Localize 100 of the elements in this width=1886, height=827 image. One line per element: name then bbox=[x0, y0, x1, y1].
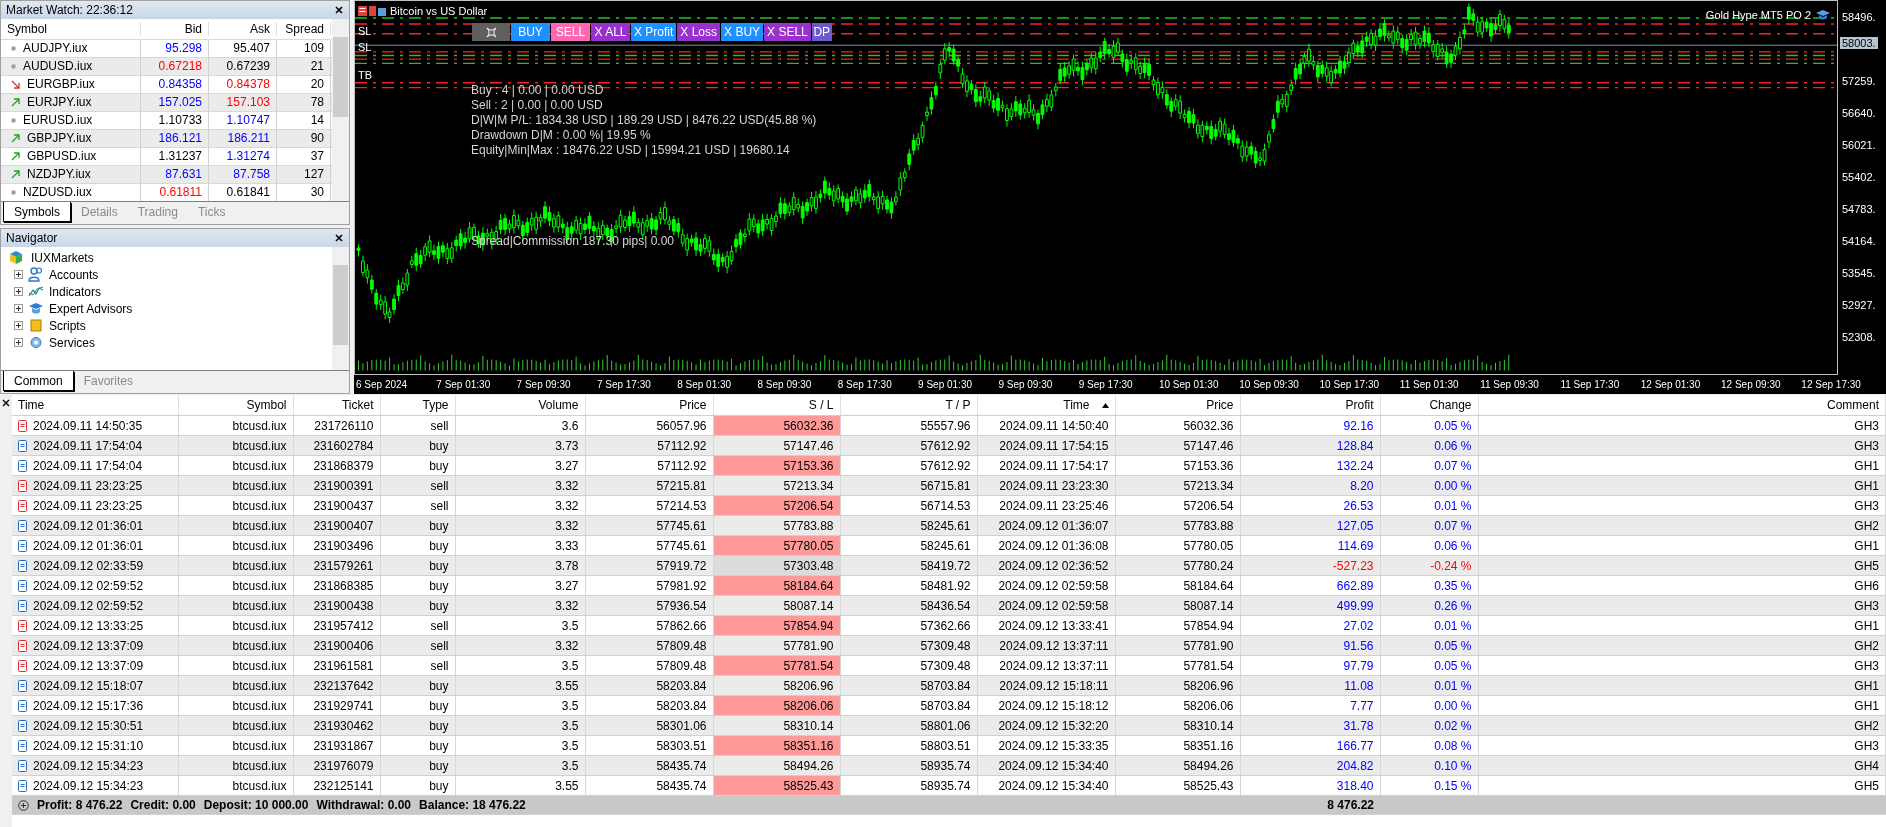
table-row[interactable]: 2024.09.11 14:50:35 btcusd.iux 231726110 sell 3.6 56057.96 56032.36 55557.96 2024.09.11 14:50:40 56032.36 92.16 0.05 % GH3 bbox=[12, 415, 1886, 436]
column-header[interactable]: Spread bbox=[277, 22, 331, 36]
table-cell: 2024.09.11 14:50:35 bbox=[33, 418, 143, 433]
column-header[interactable]: Time bbox=[12, 395, 178, 416]
table-row[interactable]: 2024.09.12 15:34:23 btcusd.iux 231976079 buy 3.5 58435.74 58494.26 58935.74 2024.09.12 15:34:40 58494.26 204.82 0.10 % GH4 bbox=[12, 755, 1886, 776]
tree-item[interactable]: Expert Advisors bbox=[1, 300, 332, 317]
column-header[interactable]: Price bbox=[585, 395, 713, 416]
table-row[interactable]: 2024.09.12 02:59:52 btcusd.iux 231868385 buy 3.27 57981.92 58184.64 58481.92 2024.09.12 02:59:58 58184.64 662.89 0.35 % GH6 bbox=[12, 575, 1886, 596]
tree-item[interactable]: Accounts bbox=[1, 266, 332, 283]
table-row[interactable]: 2024.09.12 01:36:01 btcusd.iux 231900407 buy 3.32 57745.61 57783.88 58245.61 2024.09.12 01:36:07 57783.88 127.05 0.07 % GH2 bbox=[12, 515, 1886, 536]
table-row[interactable]: 2024.09.11 23:23:25 btcusd.iux 231900437 sell 3.32 57214.53 57206.54 56714.53 2024.09.11 23:25:46 57206.54 26.53 0.01 % GH3 bbox=[12, 495, 1886, 516]
trade-button[interactable]: X Loss bbox=[677, 23, 721, 41]
table-cell: 166.77 bbox=[1240, 735, 1380, 756]
table-row[interactable]: 2024.09.12 13:37:09 btcusd.iux 231900406 sell 3.32 57809.48 57781.90 57309.48 2024.09.12 13:37:11 57781.90 91.56 0.05 % GH2 bbox=[12, 635, 1886, 656]
column-header[interactable]: Profit bbox=[1240, 395, 1380, 416]
table-cell: 231931867 bbox=[293, 735, 380, 756]
time-label: 11 Sep 01:30 bbox=[1399, 379, 1460, 390]
table-cell: 2024.09.11 17:54:04 bbox=[33, 458, 143, 473]
column-header[interactable]: Ask bbox=[209, 22, 277, 36]
table-row[interactable]: 2024.09.12 01:36:01 btcusd.iux 231903496 buy 3.33 57745.61 57780.05 58245.61 2024.09.12 01:36:08 57780.05 114.69 0.06 % GH1 bbox=[12, 535, 1886, 556]
table-cell: 57809.48 bbox=[585, 655, 713, 676]
table-cell: 78 bbox=[277, 94, 331, 111]
table-cell: 57781.54 bbox=[1115, 655, 1240, 676]
column-header[interactable]: T / P bbox=[840, 395, 977, 416]
table-cell: buy bbox=[380, 695, 455, 716]
table-cell: 232125141 bbox=[293, 775, 380, 796]
tree-item[interactable]: Services bbox=[1, 334, 332, 351]
column-header[interactable]: Volume bbox=[455, 395, 585, 416]
tree-item[interactable]: Scripts bbox=[1, 317, 332, 334]
table-cell: 57612.92 bbox=[840, 455, 977, 476]
column-header[interactable]: Type bbox=[380, 395, 455, 416]
column-header[interactable]: Price bbox=[1115, 395, 1240, 416]
current-price-label: 58003. bbox=[1840, 37, 1878, 49]
table-cell: buy bbox=[380, 775, 455, 796]
column-header[interactable]: Time bbox=[977, 395, 1115, 416]
expander-icon[interactable] bbox=[14, 338, 23, 347]
tab[interactable]: Common bbox=[3, 371, 74, 391]
close-icon[interactable] bbox=[335, 6, 343, 14]
column-header[interactable]: S / L bbox=[713, 395, 840, 416]
table-cell: GH5 bbox=[1478, 775, 1886, 796]
table-row[interactable]: 2024.09.12 15:30:51 btcusd.iux 231930462 buy 3.5 58301.06 58310.14 58801.06 2024.09.12 15:32:20 58310.14 31.78 0.02 % GH2 bbox=[12, 715, 1886, 736]
table-cell: 3.5 bbox=[455, 695, 585, 716]
price-label: 54783. bbox=[1842, 203, 1876, 215]
column-header[interactable]: Ticket bbox=[293, 395, 380, 416]
close-icon[interactable] bbox=[2, 399, 10, 407]
table-row[interactable]: 2024.09.12 15:34:23 btcusd.iux 232125141 buy 3.55 58435.74 58525.43 58935.74 2024.09.12 15:34:40 58525.43 318.40 0.15 % GH5 bbox=[12, 775, 1886, 796]
price-label: 52927. bbox=[1842, 299, 1876, 311]
tree-item[interactable]: IUXMarkets bbox=[1, 249, 332, 266]
table-cell: 58935.74 bbox=[840, 775, 977, 796]
table-row[interactable]: 2024.09.11 17:54:04 btcusd.iux 231602784 buy 3.73 57112.92 57147.46 57612.92 2024.09.11 17:54:15 57147.46 128.84 0.06 % GH3 bbox=[12, 435, 1886, 456]
column-header[interactable]: Symbol bbox=[178, 395, 293, 416]
expander-icon[interactable] bbox=[14, 287, 23, 296]
symbol-row[interactable]: EURJPY.iux 157.025 157.103 78 bbox=[1, 93, 332, 111]
table-row[interactable]: 2024.09.12 13:33:25 btcusd.iux 231957412 sell 3.5 57862.66 57854.94 57362.66 2024.09.12 13:33:41 57854.94 27.02 0.01 % GH1 bbox=[12, 615, 1886, 636]
close-icon[interactable] bbox=[335, 234, 343, 242]
tab[interactable]: Symbols bbox=[3, 202, 71, 222]
expand-button[interactable] bbox=[472, 23, 510, 41]
table-row[interactable]: 2024.09.12 13:37:09 btcusd.iux 231961581 sell 3.5 57809.48 57781.54 57309.48 2024.09.12 13:37:11 57781.54 97.79 0.05 % GH3 bbox=[12, 655, 1886, 676]
expander-icon[interactable] bbox=[14, 304, 23, 313]
table-cell: 186.121 bbox=[141, 130, 209, 147]
table-cell: 2024.09.12 15:18:07 bbox=[33, 678, 144, 693]
table-row[interactable]: 2024.09.12 15:17:36 btcusd.iux 231929741 buy 3.5 58203.84 58206.06 58703.84 2024.09.12 15:18:12 58206.06 7.77 0.00 % GH1 bbox=[12, 695, 1886, 716]
trade-button[interactable]: X SELL bbox=[764, 23, 811, 41]
scrollbar[interactable] bbox=[332, 247, 349, 370]
scrollbar[interactable] bbox=[332, 19, 349, 201]
table-cell: 0.35 % bbox=[1380, 575, 1478, 596]
table-row[interactable]: 2024.09.12 02:33:59 btcusd.iux 231579261 buy 3.78 57919.72 57303.48 58419.72 2024.09.12 02:36:52 57780.24 -527.23 -0.24 % GH5 bbox=[12, 555, 1886, 576]
table-cell: 57854.94 bbox=[1115, 615, 1240, 636]
table-cell: 7.77 bbox=[1240, 695, 1380, 716]
expander-icon[interactable] bbox=[14, 270, 23, 279]
time-label: 10 Sep 17:30 bbox=[1319, 379, 1381, 390]
expander-icon[interactable] bbox=[14, 321, 23, 330]
time-label: 7 Sep 09:30 bbox=[516, 379, 572, 390]
table-cell: GBPJPY.iux bbox=[27, 130, 92, 147]
trade-button[interactable]: X ALL bbox=[591, 23, 630, 41]
table-cell: GH5 bbox=[1478, 555, 1886, 576]
tree-item[interactable]: Indicators bbox=[1, 283, 332, 300]
table-row[interactable]: 2024.09.12 15:18:07 btcusd.iux 232137642 buy 3.55 58203.84 58206.96 58703.84 2024.09.12 15:18:11 58206.96 11.08 0.01 % GH1 bbox=[12, 675, 1886, 696]
symbol-row[interactable]: AUDUSD.iux 0.67218 0.67239 21 bbox=[1, 57, 332, 75]
table-cell: GH3 bbox=[1478, 595, 1886, 616]
symbol-row[interactable]: GBPJPY.iux 186.121 186.211 90 bbox=[1, 129, 332, 147]
add-icon[interactable] bbox=[18, 799, 29, 811]
column-header[interactable]: Bid bbox=[141, 22, 209, 36]
column-header[interactable]: Comment bbox=[1478, 395, 1886, 416]
column-header[interactable]: Symbol bbox=[1, 22, 141, 36]
table-cell: 0.07 % bbox=[1380, 455, 1478, 476]
time-label: 7 Sep 01:30 bbox=[436, 379, 492, 390]
table-row[interactable]: 2024.09.11 23:23:25 btcusd.iux 231900391 sell 3.32 57215.81 57213.34 56715.81 2024.09.11 23:23:30 57213.34 8.20 0.00 % GH1 bbox=[12, 475, 1886, 496]
table-row[interactable]: 2024.09.12 15:31:10 btcusd.iux 231931867 buy 3.5 58303.51 58351.16 58803.51 2024.09.12 15:33:35 58351.16 166.77 0.08 % GH3 bbox=[12, 735, 1886, 756]
cube-icon bbox=[9, 250, 24, 265]
panel-title: Navigator bbox=[6, 231, 58, 245]
table-cell: GH1 bbox=[1478, 535, 1886, 556]
time-label: 12 Sep 17:30 bbox=[1801, 379, 1862, 390]
table-cell: AUDUSD.iux bbox=[23, 58, 93, 75]
column-header[interactable]: Change bbox=[1380, 395, 1478, 416]
symbol-row[interactable]: NZDJPY.iux 87.631 87.758 127 bbox=[1, 165, 332, 183]
table-row[interactable]: 2024.09.12 02:59:52 btcusd.iux 231900438 buy 3.32 57936.54 58087.14 58436.54 2024.09.12 02:59:58 58087.14 499.99 0.26 % GH3 bbox=[12, 595, 1886, 616]
table-row[interactable]: 2024.09.11 17:54:04 btcusd.iux 231868379 buy 3.27 57112.92 57153.36 57612.92 2024.09.11 17:54:17 57153.36 132.24 0.07 % GH1 bbox=[12, 455, 1886, 476]
table-cell: btcusd.iux bbox=[178, 415, 293, 436]
trade-button[interactable]: DP bbox=[811, 23, 832, 41]
